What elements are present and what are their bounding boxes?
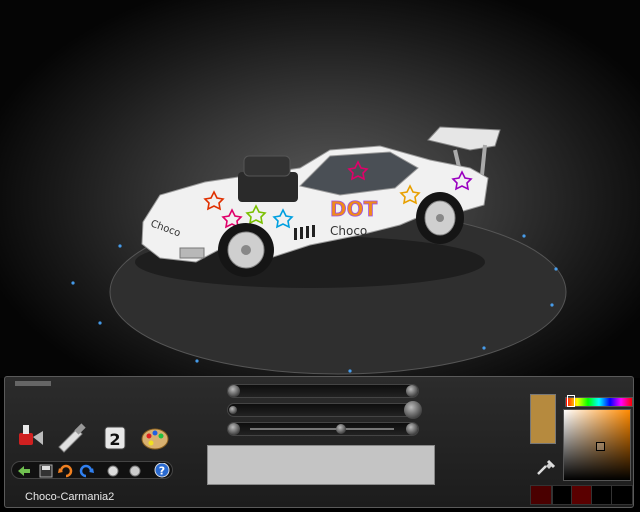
front-wheel (218, 223, 274, 277)
recent-color-1[interactable] (530, 485, 552, 505)
rotate-right-icon (79, 464, 94, 478)
paint-shop-panel: 2 ? Choco-Carmania2 (4, 376, 634, 508)
rotate-left-icon (58, 464, 73, 478)
zoom-out-button[interactable] (126, 463, 142, 477)
svg-text:2: 2 (109, 430, 120, 449)
svg-text:?: ? (159, 465, 165, 478)
palette-icon (141, 428, 169, 450)
hue-marker[interactable] (567, 395, 575, 407)
rotate-left-button[interactable] (58, 463, 74, 478)
livery-logo: DOT (330, 197, 378, 221)
save-button[interactable] (38, 463, 54, 478)
profile-name: Choco-Carmania2 (25, 491, 115, 503)
size-slider[interactable] (227, 384, 419, 398)
help-button[interactable]: ? (154, 462, 170, 478)
recent-color-5[interactable] (611, 485, 633, 505)
recent-color-3[interactable] (571, 485, 593, 505)
zoom-out-icon (129, 465, 141, 477)
size-slider-knob[interactable] (406, 385, 418, 397)
hardness-slider-knob[interactable] (336, 424, 346, 434)
hardness-slider-end-knob[interactable] (406, 423, 418, 435)
saturation-value-field[interactable] (563, 409, 631, 481)
opacity-slider[interactable] (227, 401, 422, 419)
car-scene: DOT Choco Choco (71, 126, 567, 375)
livery-text-side: Choco (330, 224, 367, 238)
rotate-right-button[interactable] (78, 463, 94, 478)
opacity-slider-knob[interactable] (404, 401, 422, 419)
layer-two-icon: 2 (104, 426, 126, 450)
3d-car-viewport[interactable]: DOT Choco Choco (0, 0, 640, 378)
hardness-slider-track (250, 428, 394, 430)
size-slider-start-knob[interactable] (228, 385, 240, 397)
hue-bar[interactable] (565, 397, 633, 407)
eyedropper-icon (537, 459, 556, 475)
brush-tool-button[interactable] (55, 421, 87, 453)
rear-wheel (416, 192, 464, 244)
zoom-in-button[interactable] (106, 463, 122, 477)
eyedropper-button[interactable] (535, 457, 556, 477)
color-cursor[interactable] (596, 442, 605, 451)
palette-button[interactable] (139, 421, 171, 453)
tool-group: 2 (13, 421, 173, 455)
brush-tool-icon (58, 423, 86, 453)
small-toolbar: ? (11, 461, 173, 479)
paint-spray-tool-icon (19, 425, 43, 445)
opacity-slider-start-knob[interactable] (229, 406, 237, 414)
panel-grip (15, 381, 51, 386)
back-button[interactable] (16, 463, 32, 477)
recent-color-4[interactable] (591, 485, 613, 505)
hardness-slider-start-knob[interactable] (228, 423, 240, 435)
back-arrow-icon (18, 466, 30, 476)
paint-spray-tool-button[interactable] (13, 421, 45, 453)
save-icon (39, 464, 53, 478)
preview-box (207, 445, 435, 485)
help-icon: ? (154, 462, 170, 478)
hardness-slider[interactable] (227, 422, 419, 436)
current-color-swatch[interactable] (530, 394, 556, 444)
zoom-in-icon (107, 465, 119, 477)
layer-two-button[interactable]: 2 (99, 421, 131, 453)
